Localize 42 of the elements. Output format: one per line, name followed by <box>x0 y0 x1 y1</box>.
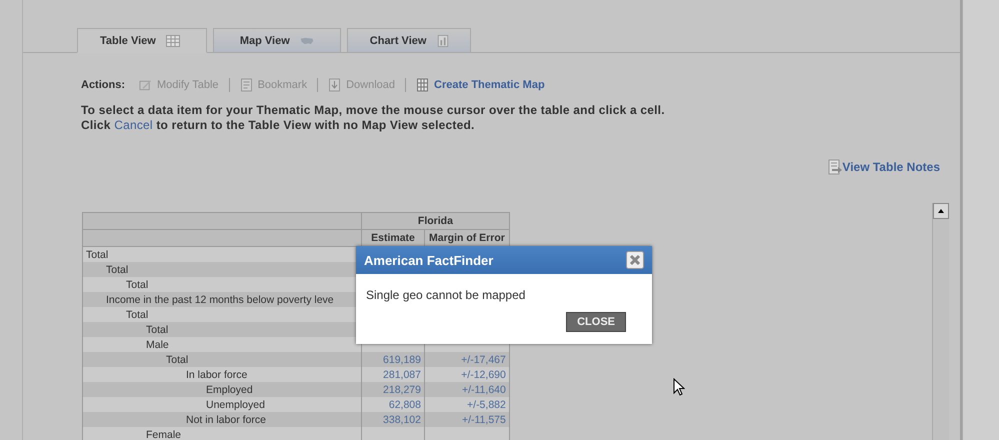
table-cell: +/-5,882 <box>424 397 510 412</box>
table-cell: 218,279 <box>362 382 424 397</box>
close-button[interactable]: CLOSE <box>566 312 626 332</box>
dialog-message: Single geo cannot be mapped <box>366 288 526 302</box>
tab[interactable]: Table View <box>77 28 207 53</box>
grid-icon <box>166 34 180 46</box>
pencil-table-icon <box>139 78 152 92</box>
table-cell: 338,102 <box>362 412 424 427</box>
table-cell: 281,087 <box>362 367 424 382</box>
table-cell: 619,189 <box>362 352 424 367</box>
table-cell: 62,808 <box>362 397 424 412</box>
dialog-title: American FactFinder <box>364 252 494 268</box>
scroll-up-button[interactable] <box>933 203 949 219</box>
header-cell: Margin of Error <box>424 230 510 246</box>
header-cell: Estimate <box>362 230 424 246</box>
table-cell: Not in labor force <box>82 412 362 427</box>
table-cell: +/-11,640 <box>424 382 510 397</box>
close-icon[interactable] <box>626 251 644 269</box>
table-cell: +/-11,575 <box>424 412 510 427</box>
scrollbar[interactable] <box>932 203 949 440</box>
tab[interactable]: Map View <box>212 28 341 53</box>
table-cell: +/-12,690 <box>424 367 510 382</box>
view-table-notes-link[interactable]: View Table Notes <box>842 160 940 174</box>
table-cell: +/-17,467 <box>424 352 510 367</box>
actions-label: Actions: <box>81 79 125 91</box>
header-cell: Florida <box>362 212 510 230</box>
tab[interactable]: Chart View <box>346 28 472 53</box>
table-cell: Total <box>82 352 362 367</box>
document-icon <box>240 78 253 92</box>
table-cell: Employed <box>82 382 362 397</box>
table-cell: In labor force <box>82 367 362 382</box>
cursor-icon <box>673 378 685 396</box>
cancel-link[interactable]: Cancel <box>114 118 153 132</box>
grid-icon <box>416 78 430 92</box>
instructions-text: To select a data item for your Thematic Map, move the mouse cursor over the table and click a cell. Click Cancel to return to the Table View with no Map View selected. <box>81 103 666 133</box>
table-cell: Unemployed <box>82 397 362 412</box>
download-icon <box>328 78 342 92</box>
page-scrollbar[interactable] <box>962 0 999 440</box>
table-cell: Female <box>82 427 362 440</box>
table-cell: Male <box>82 337 362 352</box>
action-link[interactable]: Create Thematic Map <box>434 79 545 91</box>
bar-chart-icon <box>436 34 450 46</box>
